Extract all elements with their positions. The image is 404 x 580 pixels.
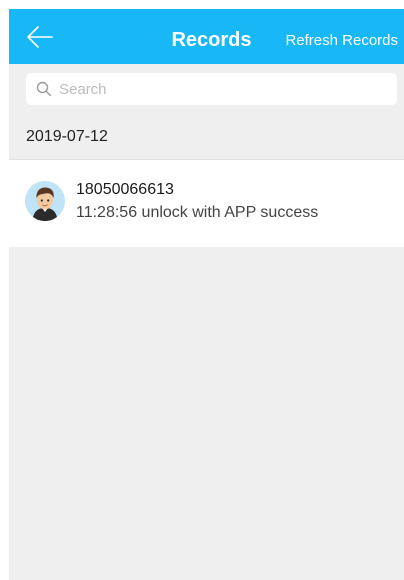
record-list: 18050066613 11:28:56 unlock with APP suc… — [9, 160, 404, 247]
records-screen: Records Refresh Records 2019-07-12 — [9, 9, 404, 580]
refresh-records-button[interactable]: Refresh Records — [285, 9, 398, 64]
record-user: 18050066613 — [76, 181, 174, 198]
user-avatar-icon — [25, 181, 65, 221]
back-button[interactable] — [25, 21, 69, 53]
search-bar — [9, 64, 404, 113]
list-item[interactable]: 18050066613 11:28:56 unlock with APP suc… — [9, 160, 404, 247]
date-section-header: 2019-07-12 — [9, 113, 404, 160]
navigation-bar: Records Refresh Records — [9, 9, 404, 64]
search-icon — [36, 81, 52, 97]
record-detail: 11:28:56 unlock with APP success — [76, 204, 319, 221]
search-box[interactable] — [26, 73, 397, 105]
date-label: 2019-07-12 — [26, 128, 108, 145]
arrow-left-icon — [27, 26, 53, 48]
search-input[interactable] — [59, 73, 389, 105]
